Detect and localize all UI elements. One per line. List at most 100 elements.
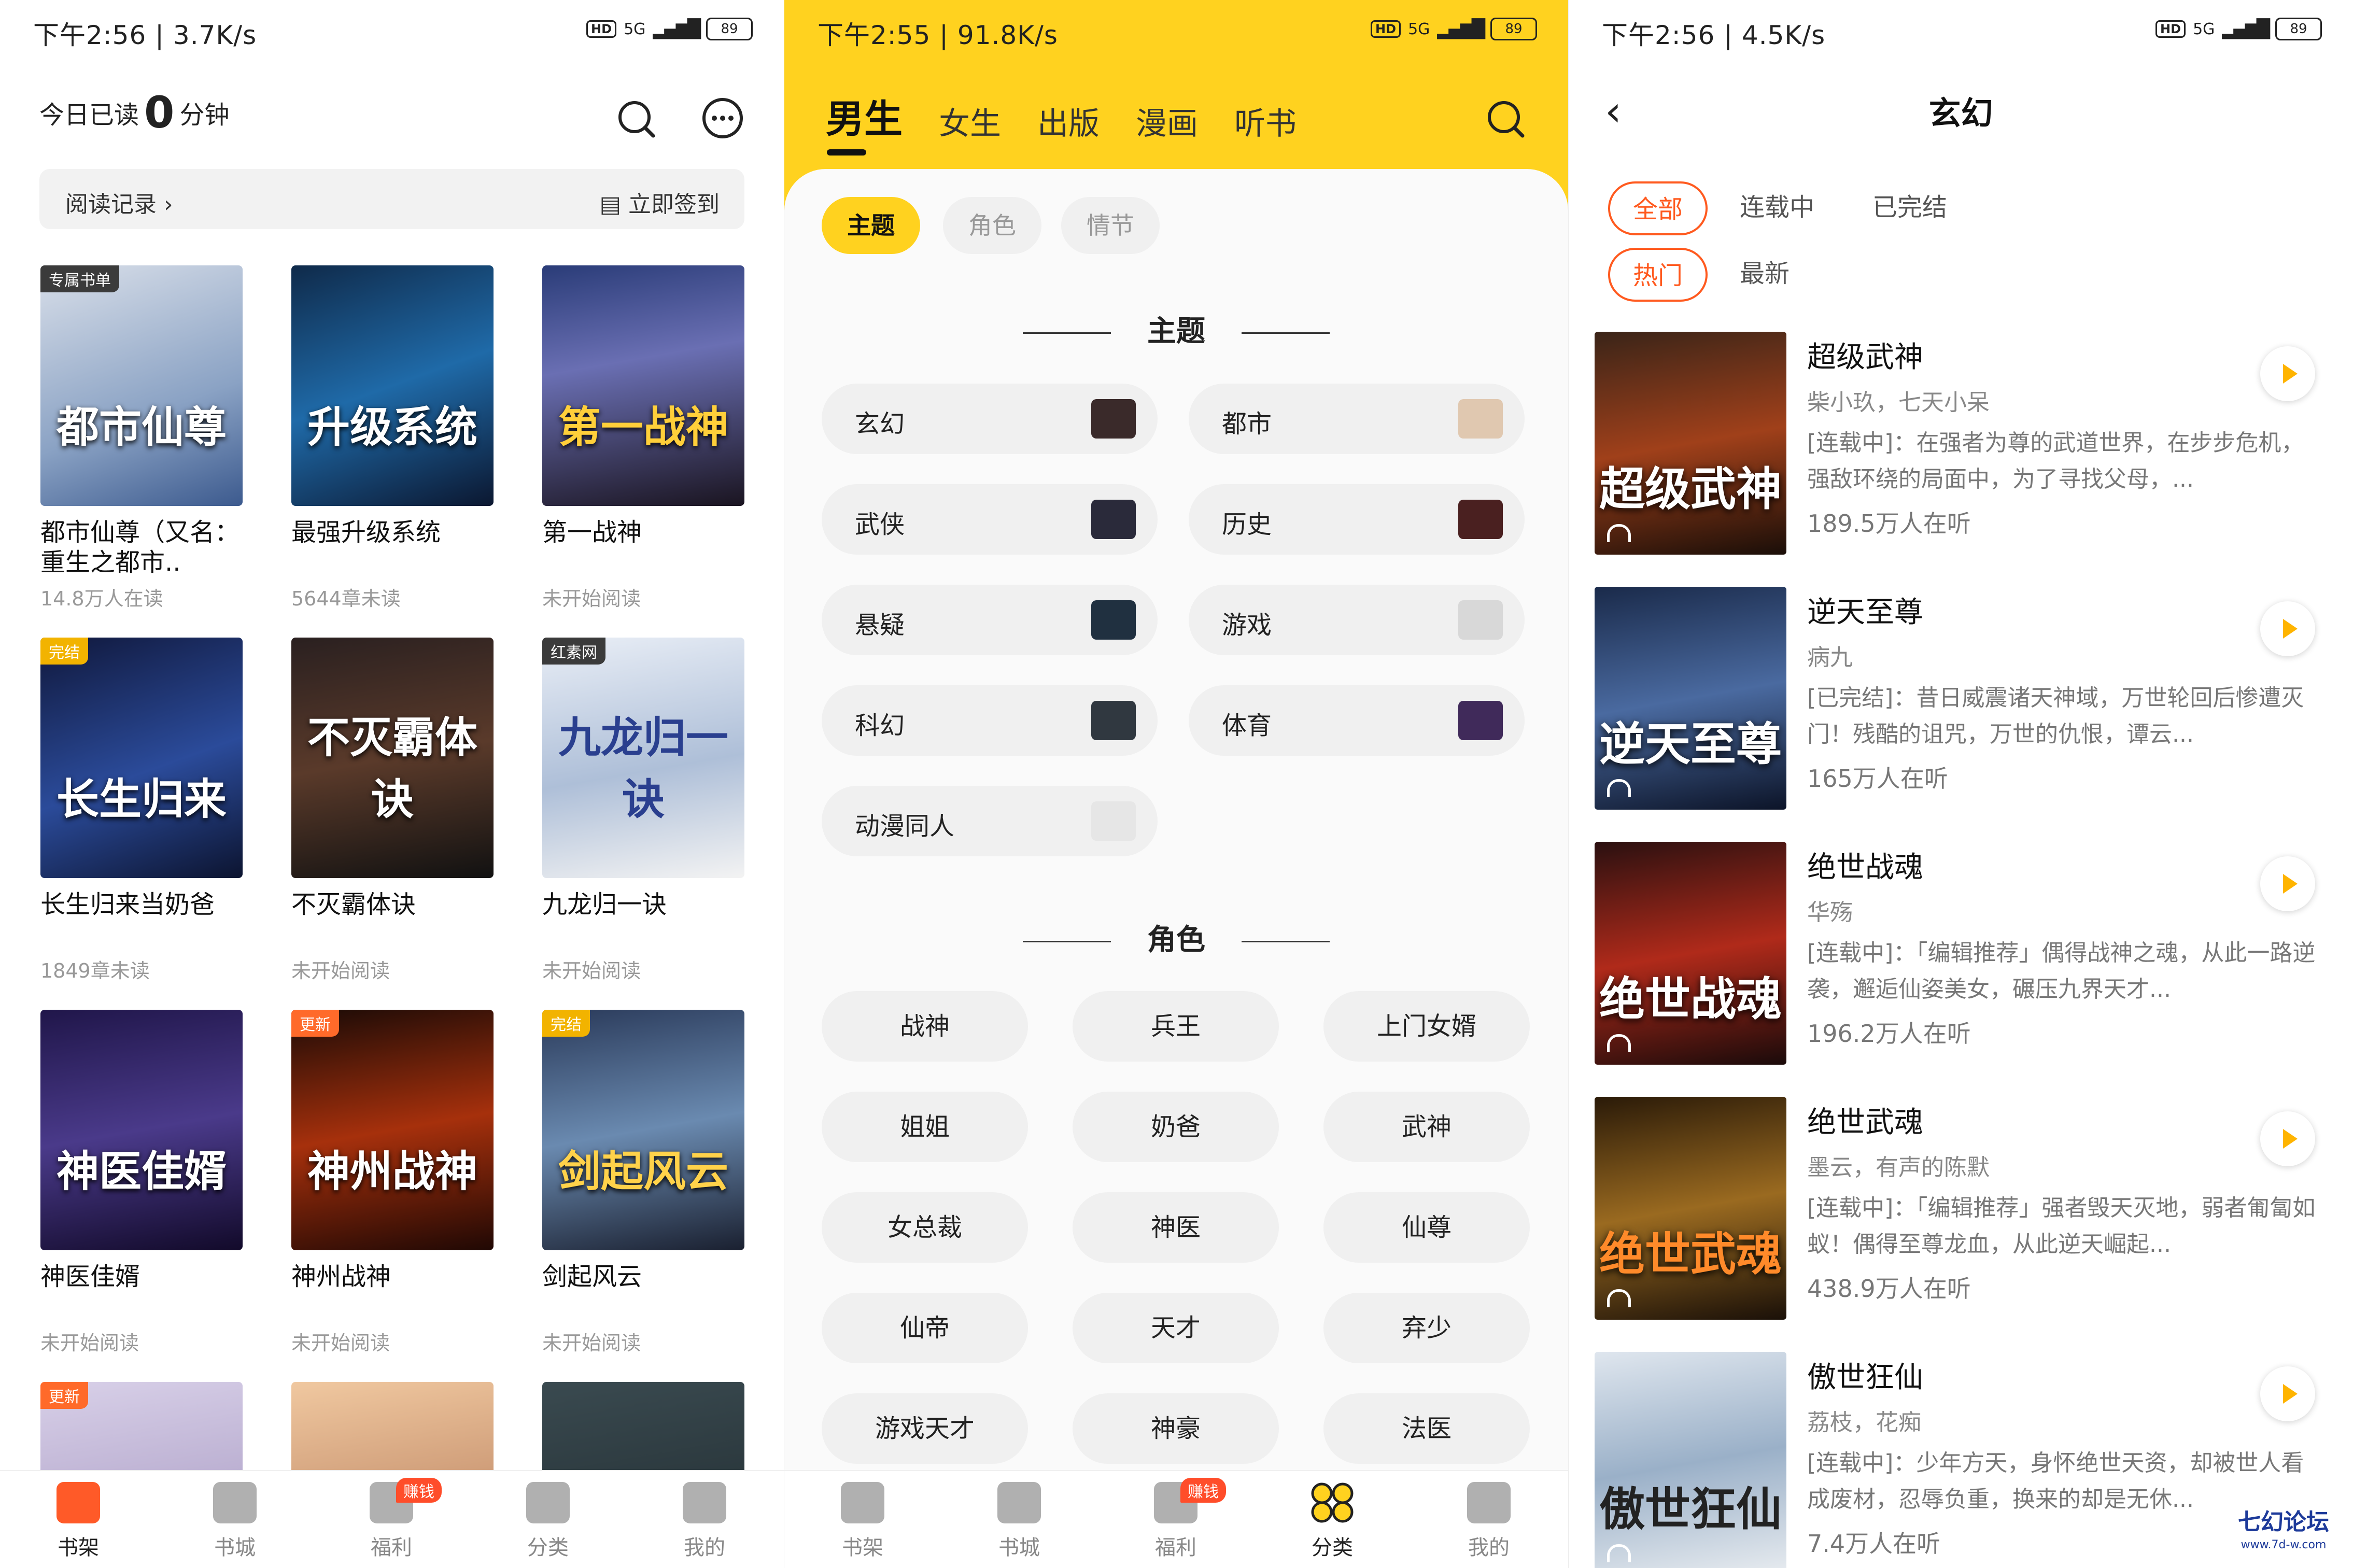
role-item[interactable]: 仙帝 [822, 1293, 1028, 1363]
tab-mine[interactable]: 我的 [626, 1482, 783, 1561]
cover-title: 绝世战魂 [1599, 972, 1782, 1026]
role-item[interactable]: 弃少 [1323, 1293, 1530, 1363]
status-time: 下午2:55 | 91.8K/s [818, 20, 1058, 50]
filter-serializing[interactable]: 连载中 [1740, 181, 1814, 235]
hd-icon: HD [586, 20, 617, 38]
filter-completed[interactable]: 已完结 [1872, 181, 1947, 235]
nav-female[interactable]: 女生 [939, 98, 1001, 144]
book-item[interactable]: 第一战神 第一战神 未开始阅读 [542, 265, 744, 611]
item-description: [连载中]：「编辑推荐」强者毁天灭地，弱者匍匐如蚁！偶得至尊龙血，从此逆天崛起.… [1807, 1195, 2316, 1258]
book-item[interactable]: 都市仙尊 专属书单 都市仙尊（又名：重生之都市.. 14.8万人在读 [40, 265, 243, 611]
book-item[interactable]: 剑起风云 完结 剑起风云 未开始阅读 [542, 1010, 744, 1355]
book-item[interactable]: 神州战神 更新 神州战神 未开始阅读 [291, 1010, 494, 1355]
nav-audio[interactable]: 听书 [1234, 98, 1297, 144]
play-button[interactable] [2260, 346, 2315, 401]
play-button[interactable] [2260, 856, 2315, 911]
book-item[interactable]: 不灭霸体诀 不灭霸体诀 未开始阅读 [291, 638, 494, 983]
role-item[interactable]: 武神 [1323, 1092, 1530, 1162]
signal-label: 5G [1408, 20, 1430, 38]
role-item[interactable]: 游戏天才 [822, 1393, 1028, 1464]
tab-welfare[interactable]: 福利 赚钱 [313, 1478, 470, 1561]
item-listeners: 196.2万人在听 [1807, 1020, 1971, 1048]
list-item[interactable]: 超级武神 超级武神 柴小玖，七天小呆 [连载中]：在强者为尊的武道世界，在步步危… [1595, 332, 2331, 560]
role-item[interactable]: 上门女婿 [1323, 991, 1530, 1062]
tab-bookshelf[interactable]: 书架 [784, 1482, 941, 1561]
tab-category[interactable]: 分类 [1254, 1482, 1411, 1561]
search-icon[interactable] [615, 97, 656, 139]
item-description: [连载中]：「编辑推荐」偶得战神之魂，从此一路逆袭，邂逅仙姿美女，碾压九界天才.… [1807, 940, 2316, 1002]
theme-item[interactable]: 动漫同人 [822, 786, 1158, 856]
checkin-button[interactable]: ▤ 立即签到 [599, 186, 720, 219]
nav-publish[interactable]: 出版 [1037, 98, 1100, 144]
book-badge: 更新 [291, 1010, 339, 1037]
theme-item[interactable]: 武侠 [822, 484, 1158, 555]
list-item[interactable]: 逆天至尊 逆天至尊 病九 [已完结]：昔日威震诸天神域，万世轮回后惨遭灭门！残酷… [1595, 587, 2331, 815]
bottom-tab-bar: 书架 书城 福利 赚钱 分类 我的 [784, 1470, 1568, 1568]
tab-bookstore[interactable]: 书城 [157, 1482, 313, 1561]
category-screen: 下午2:55 | 91.8K/s HD 5G ▂▄▆█ 89 男生 女生 出版 … [784, 0, 1568, 1568]
book-badge: 完结 [542, 1010, 590, 1037]
role-item[interactable]: 女总裁 [822, 1192, 1028, 1263]
book-badge: 红素网 [542, 638, 605, 665]
book-cover: 第一战神 [542, 265, 744, 506]
list-item[interactable]: 绝世战魂 绝世战魂 华殇 [连载中]：「编辑推荐」偶得战神之魂，从此一路逆袭，邂… [1595, 842, 2331, 1070]
reading-history-link[interactable]: 阅读记录 › [65, 186, 173, 219]
theme-item[interactable]: 悬疑 [822, 585, 1158, 655]
play-button[interactable] [2260, 1111, 2315, 1166]
theme-item[interactable]: 历史 [1189, 484, 1525, 555]
book-progress: 未开始阅读 [542, 1332, 641, 1354]
nav-comic[interactable]: 漫画 [1136, 98, 1198, 144]
book-item[interactable]: 升级系统 最强升级系统 5644章未读 [291, 265, 494, 611]
status-bar: 下午2:56 | 4.5K/s HD 5G ▂▄▆█ 89 [1569, 0, 2353, 67]
play-button[interactable] [2260, 601, 2315, 656]
book-item[interactable]: 长生归来 完结 长生归来当奶爸 1849章未读 [40, 638, 243, 983]
tab-bookshelf[interactable]: 书架 [0, 1482, 157, 1561]
status-time: 下午2:56 | 3.7K/s [33, 20, 257, 50]
book-progress: 未开始阅读 [542, 587, 641, 610]
theme-item[interactable]: 体育 [1189, 685, 1525, 756]
tab-welfare[interactable]: 福利 赚钱 [1097, 1478, 1254, 1561]
chip-role[interactable]: 角色 [943, 197, 1041, 254]
book-progress: 1849章未读 [40, 959, 150, 982]
chip-plot[interactable]: 情节 [1061, 197, 1160, 254]
role-item[interactable]: 神豪 [1073, 1393, 1279, 1464]
book-title: 剑起风云 [542, 1262, 642, 1291]
role-item[interactable]: 天才 [1073, 1293, 1279, 1363]
category-icon [526, 1482, 570, 1523]
battery-icon: 89 [2275, 18, 2322, 40]
theme-thumbnail [1458, 500, 1503, 539]
role-item[interactable]: 神医 [1073, 1192, 1279, 1263]
search-icon[interactable] [1484, 97, 1526, 139]
theme-item[interactable]: 科幻 [822, 685, 1158, 756]
cover-title: 九龙归一诀 [558, 713, 728, 824]
read-today-suffix: 分钟 [179, 101, 230, 130]
role-item[interactable]: 战神 [822, 991, 1028, 1062]
theme-label: 历史 [1222, 510, 1272, 539]
nav-male[interactable]: 男生 [826, 88, 903, 144]
role-item[interactable]: 仙尊 [1323, 1192, 1530, 1263]
filter-latest[interactable]: 最新 [1740, 248, 1790, 302]
more-icon[interactable] [701, 96, 744, 140]
theme-thumbnail [1091, 801, 1136, 841]
chip-theme[interactable]: 主题 [822, 197, 920, 254]
role-item[interactable]: 奶爸 [1073, 1092, 1279, 1162]
profile-icon [683, 1482, 726, 1523]
book-cover: 剑起风云 完结 [542, 1010, 744, 1250]
filter-all[interactable]: 全部 [1608, 181, 1708, 235]
book-progress: 未开始阅读 [542, 959, 641, 982]
role-item[interactable]: 姐姐 [822, 1092, 1028, 1162]
tab-bookstore[interactable]: 书城 [941, 1482, 1097, 1561]
play-button[interactable] [2260, 1366, 2315, 1421]
theme-item[interactable]: 玄幻 [822, 384, 1158, 454]
list-item[interactable]: 傲世狂仙 傲世狂仙 荔枝，花痴 [连载中]：少年方天，身怀绝世天资，却被世人看成… [1595, 1352, 2331, 1568]
filter-hot[interactable]: 热门 [1608, 248, 1708, 302]
role-item[interactable]: 法医 [1323, 1393, 1530, 1464]
role-item[interactable]: 兵王 [1073, 991, 1279, 1062]
tab-category[interactable]: 分类 [470, 1482, 626, 1561]
book-item[interactable]: 九龙归一诀 红素网 九龙归一诀 未开始阅读 [542, 638, 744, 983]
list-item[interactable]: 绝世武魂 绝世武魂 墨云，有声的陈默 [连载中]：「编辑推荐」强者毁天灭地，弱者… [1595, 1097, 2331, 1325]
tab-mine[interactable]: 我的 [1411, 1482, 1567, 1561]
theme-item[interactable]: 都市 [1189, 384, 1525, 454]
theme-item[interactable]: 游戏 [1189, 585, 1525, 655]
book-item[interactable]: 神医佳婿 神医佳婿 未开始阅读 [40, 1010, 243, 1355]
